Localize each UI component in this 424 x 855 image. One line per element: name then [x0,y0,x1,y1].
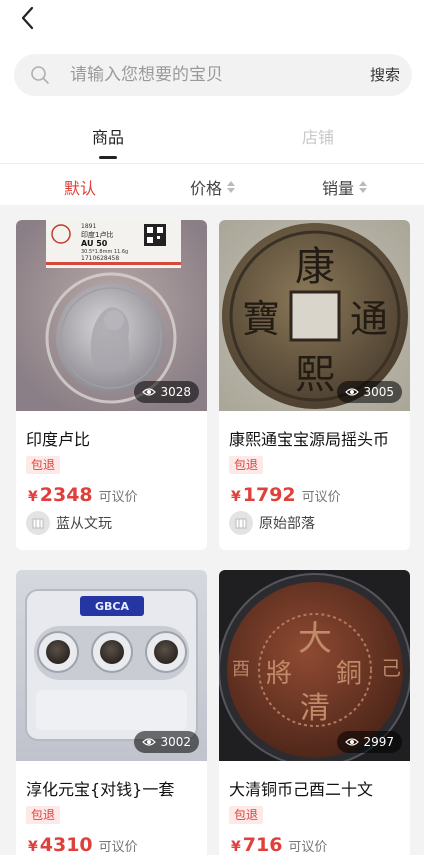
coin-char-top: 康 [295,244,335,290]
coin-char-bottom: 熙 [295,352,335,398]
coin-char-top: 大 [298,619,332,659]
negotiable-label: 可议价 [301,490,341,505]
seller-info[interactable]: 原始部落 [229,511,315,535]
product-image[interactable]: 大 清 銅 將 己 酉 2997 [219,570,410,761]
return-badge: 包退 [26,806,61,824]
slab-serial: 1710628458 [81,255,119,262]
coin-char-right: 通 [350,297,388,341]
coin-char-left: 將 [266,659,292,689]
seller-info[interactable]: 蓝从文玩 [26,511,112,535]
slab-grade: AU 50 [81,239,108,248]
currency-symbol: ¥ [231,489,241,505]
view-count: 3002 [134,731,199,753]
coin-char-right: 銅 [336,659,362,689]
view-count-value: 3005 [363,385,394,399]
slab-brand: GBCA [95,600,129,613]
seller-avatar [26,511,50,535]
sort-price[interactable]: 价格 [190,175,236,199]
product-card[interactable]: 康 熙 通 寶 3005 康熙通宝宝源局摇头币 包退 ¥ 1792 可议价 原始… [219,220,410,550]
eye-icon [142,738,157,746]
shop-icon [235,518,247,529]
coin-char-left: 寶 [242,297,280,341]
search-icon [31,66,49,84]
view-count: 3005 [337,381,402,403]
sort-sales[interactable]: 销量 [322,175,368,199]
product-card[interactable]: GBCA 3002 淳化元宝{对钱}一套 包退 ¥ 4310 可议价 [16,570,207,855]
slab-name: 印度1卢比 [81,230,113,239]
sort-arrows-icon [226,180,236,194]
currency-symbol: ¥ [28,489,38,505]
tab-products[interactable]: 商品 [92,124,124,148]
tab-active-indicator [99,156,117,159]
back-button[interactable] [14,4,42,32]
product-title[interactable]: 印度卢比 [26,426,90,450]
product-title[interactable]: 康熙通宝宝源局摇头币 [229,426,389,450]
currency-symbol: ¥ [231,839,241,855]
chevron-left-icon [21,6,34,30]
view-count-value: 2997 [363,735,394,749]
eye-icon [345,388,360,396]
seller-name: 蓝从文玩 [56,516,112,532]
return-badge: 包退 [229,456,264,474]
return-badge: 包退 [229,806,264,824]
shop-icon [32,518,44,529]
price-amount: 4310 [39,834,93,855]
sort-arrows-icon [358,180,368,194]
product-price: ¥ 716 可议价 [231,834,327,855]
sort-default-label: 默认 [64,179,97,198]
sort-sales-label: 销量 [322,179,355,198]
product-title[interactable]: 大清铜币己酉二十文 [229,776,373,800]
sort-price-label: 价格 [190,179,223,198]
search-bar[interactable]: 搜索 [14,54,412,96]
tab-shops[interactable]: 店铺 [302,124,334,148]
tab-bar: 商品 店铺 [0,112,424,164]
negotiable-label: 可议价 [98,840,138,855]
top-bar: 搜索 商品 店铺 默认 价格 销量 [0,0,424,205]
product-card[interactable]: 大 清 銅 將 己 酉 2997 大清铜币己酉二十文 包退 ¥ 716 可议价 [219,570,410,855]
search-input[interactable] [70,54,360,96]
product-image[interactable]: 1891 印度1卢比 AU 50 30.5*1.8mm 11.6g 171062… [16,220,207,411]
return-badge: 包退 [26,456,61,474]
view-count: 3028 [134,381,199,403]
coin-char-bottom: 清 [300,691,330,726]
seller-name: 原始部落 [259,516,315,532]
product-card[interactable]: 1891 印度1卢比 AU 50 30.5*1.8mm 11.6g 171062… [16,220,207,550]
price-amount: 2348 [39,484,93,506]
view-count-value: 3028 [160,385,191,399]
eye-icon [142,388,157,396]
coin-char-edge-right: 己 [381,656,401,680]
view-count: 2997 [337,731,402,753]
product-title[interactable]: 淳化元宝{对钱}一套 [26,776,174,800]
negotiable-label: 可议价 [98,490,138,505]
price-amount: 1792 [242,484,296,506]
negotiable-label: 可议价 [288,840,328,855]
product-price: ¥ 1792 可议价 [231,484,341,506]
sort-default[interactable]: 默认 [64,175,96,199]
sort-bar: 默认 价格 销量 [0,165,424,205]
product-image[interactable]: 康 熙 通 寶 3005 [219,220,410,411]
coin-char-edge-left: 酉 [232,659,250,680]
seller-avatar [229,511,253,535]
product-image[interactable]: GBCA 3002 [16,570,207,761]
search-button[interactable]: 搜索 [370,54,400,96]
price-amount: 716 [242,834,283,855]
product-price: ¥ 4310 可议价 [28,834,138,855]
currency-symbol: ¥ [28,839,38,855]
slab-year: 1891 [81,223,96,230]
view-count-value: 3002 [160,735,191,749]
product-price: ¥ 2348 可议价 [28,484,138,506]
eye-icon [345,738,360,746]
